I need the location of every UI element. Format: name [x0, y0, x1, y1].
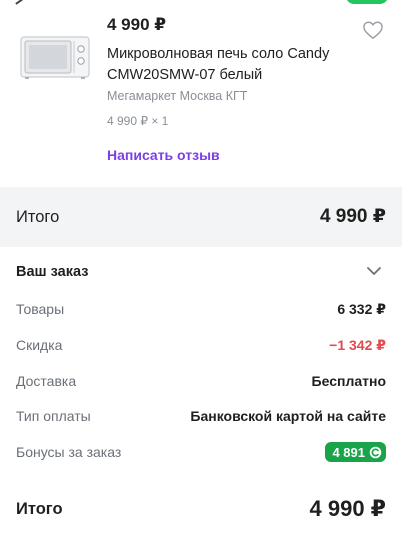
order-row-goods: Товары 6 332 ₽	[0, 292, 402, 328]
write-review-link[interactable]: Написать отзыв	[107, 147, 220, 163]
order-row-discount: Скидка −1 342 ₽	[0, 328, 402, 364]
order-details-toggle[interactable]: Ваш заказ	[0, 247, 402, 297]
grand-total: Итого 4 990 ₽	[0, 490, 402, 530]
row-label: Тип оплаты	[16, 408, 91, 424]
bonus-badge: 4 891	[325, 442, 386, 462]
row-value: 6 332 ₽	[337, 301, 386, 317]
product-price: 4 990 ₽	[107, 15, 167, 34]
row-label: Скидка	[16, 337, 63, 353]
bonus-value: 4 891	[332, 444, 365, 460]
total-value: 4 990 ₽	[319, 206, 386, 227]
total-label: Итого	[16, 208, 60, 226]
row-label: Доставка	[16, 373, 77, 389]
heart-icon[interactable]	[362, 20, 384, 40]
grand-total-label: Итого	[16, 500, 63, 518]
product-title[interactable]: Микроволновая печь соло Candy CMW20SMW-0…	[107, 44, 377, 86]
order-title: Ваш заказ	[16, 264, 89, 280]
order-row-bonus: Бонусы за заказ 4 891	[0, 435, 402, 471]
bonus-coin-icon	[369, 446, 382, 458]
product-card: 4 990 ₽ Микроволновая печь соло Candy CM…	[0, 0, 402, 186]
chevron-down-icon[interactable]	[366, 265, 382, 277]
unit-price-quantity: 4 990 ₽ × 1	[107, 114, 169, 128]
row-value: Банковской картой на сайте	[190, 408, 386, 424]
order-row-payment: Тип оплаты Банковской картой на сайте	[0, 399, 402, 435]
row-label: Товары	[16, 301, 65, 317]
row-value: −1 342 ₽	[329, 337, 386, 353]
row-value: Бесплатно	[311, 373, 386, 389]
grand-total-value: 4 990 ₽	[309, 496, 386, 521]
order-row-delivery: Доставка Бесплатно	[0, 364, 402, 400]
seller-name: Мегамаркет Москва КГТ	[107, 89, 248, 103]
microwave-image[interactable]	[20, 34, 90, 80]
row-label: Бонусы за заказ	[16, 444, 122, 460]
total-summary-band: Итого 4 990 ₽	[0, 187, 402, 247]
